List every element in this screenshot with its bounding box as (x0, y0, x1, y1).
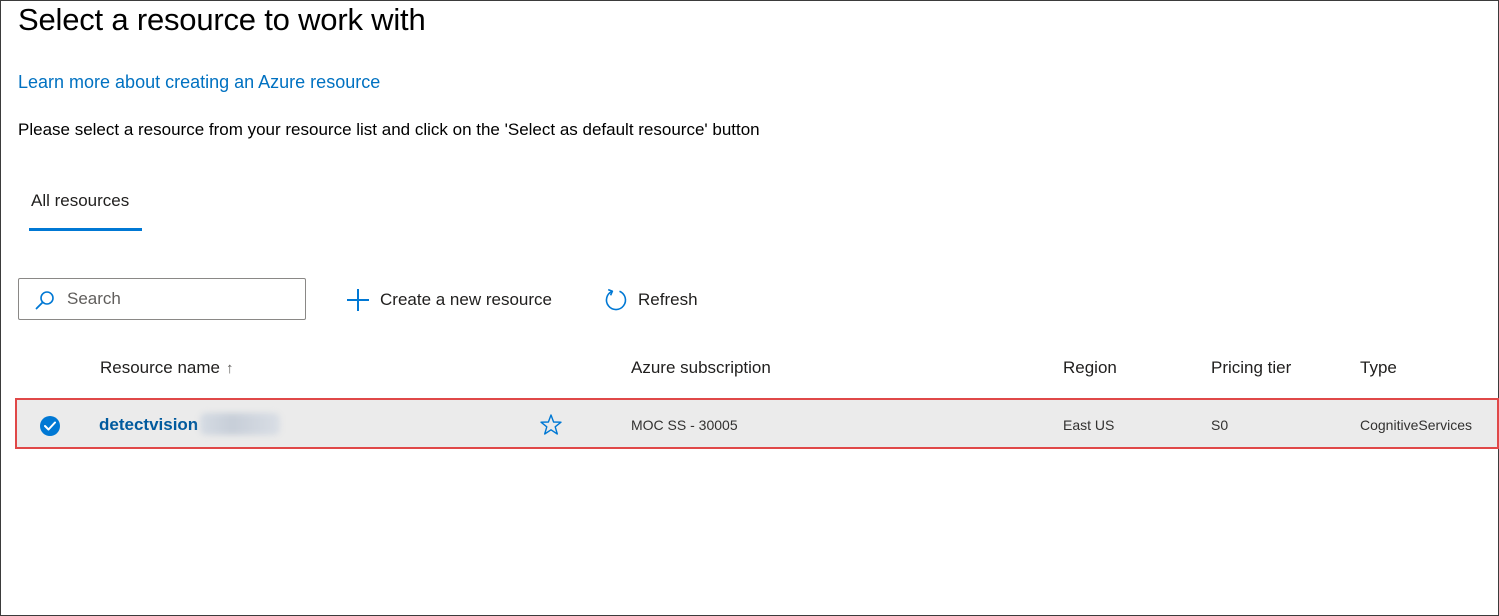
learn-more-link[interactable]: Learn more about creating an Azure resou… (18, 72, 380, 93)
star-icon[interactable] (539, 413, 563, 437)
cell-pricing-tier: S0 (1211, 417, 1229, 433)
instructions-text: Please select a resource from your resou… (18, 120, 760, 139)
refresh-label: Refresh (638, 290, 698, 309)
create-resource-button[interactable]: Create a new resource (346, 286, 552, 314)
checkmark-circle-icon[interactable] (40, 416, 60, 436)
column-header-type[interactable]: Type (1360, 358, 1397, 378)
search-input[interactable] (67, 287, 297, 311)
column-header-subscription[interactable]: Azure subscription (631, 358, 771, 378)
column-header-resource-name[interactable]: Resource name ↑ (100, 358, 234, 378)
page-title: Select a resource to work with (18, 2, 426, 37)
cell-region: East US (1063, 417, 1115, 433)
column-header-pricing-tier[interactable]: Pricing tier (1211, 358, 1291, 378)
sort-ascending-icon: ↑ (226, 360, 234, 377)
tab-selected-indicator (29, 228, 142, 231)
create-resource-label: Create a new resource (380, 290, 552, 309)
redacted-name-suffix (200, 413, 281, 435)
search-icon (35, 291, 54, 310)
resource-name-text: detectvision (99, 415, 199, 434)
plus-icon (347, 289, 369, 311)
refresh-button[interactable]: Refresh (604, 286, 698, 314)
tab-all-resources[interactable]: All resources (29, 190, 142, 231)
column-header-label: Resource name (100, 358, 221, 377)
resource-name-link[interactable]: detectvision (99, 413, 281, 435)
column-header-region[interactable]: Region (1063, 358, 1117, 378)
tab-label: All resources (31, 191, 130, 210)
refresh-icon (605, 288, 627, 311)
cell-type: CognitiveServices (1360, 417, 1473, 433)
table-row[interactable]: detectvision MOC SS - 30005 East US S0 C… (15, 398, 1499, 449)
cell-subscription: MOC SS - 30005 (631, 417, 738, 433)
search-box[interactable] (18, 278, 306, 320)
